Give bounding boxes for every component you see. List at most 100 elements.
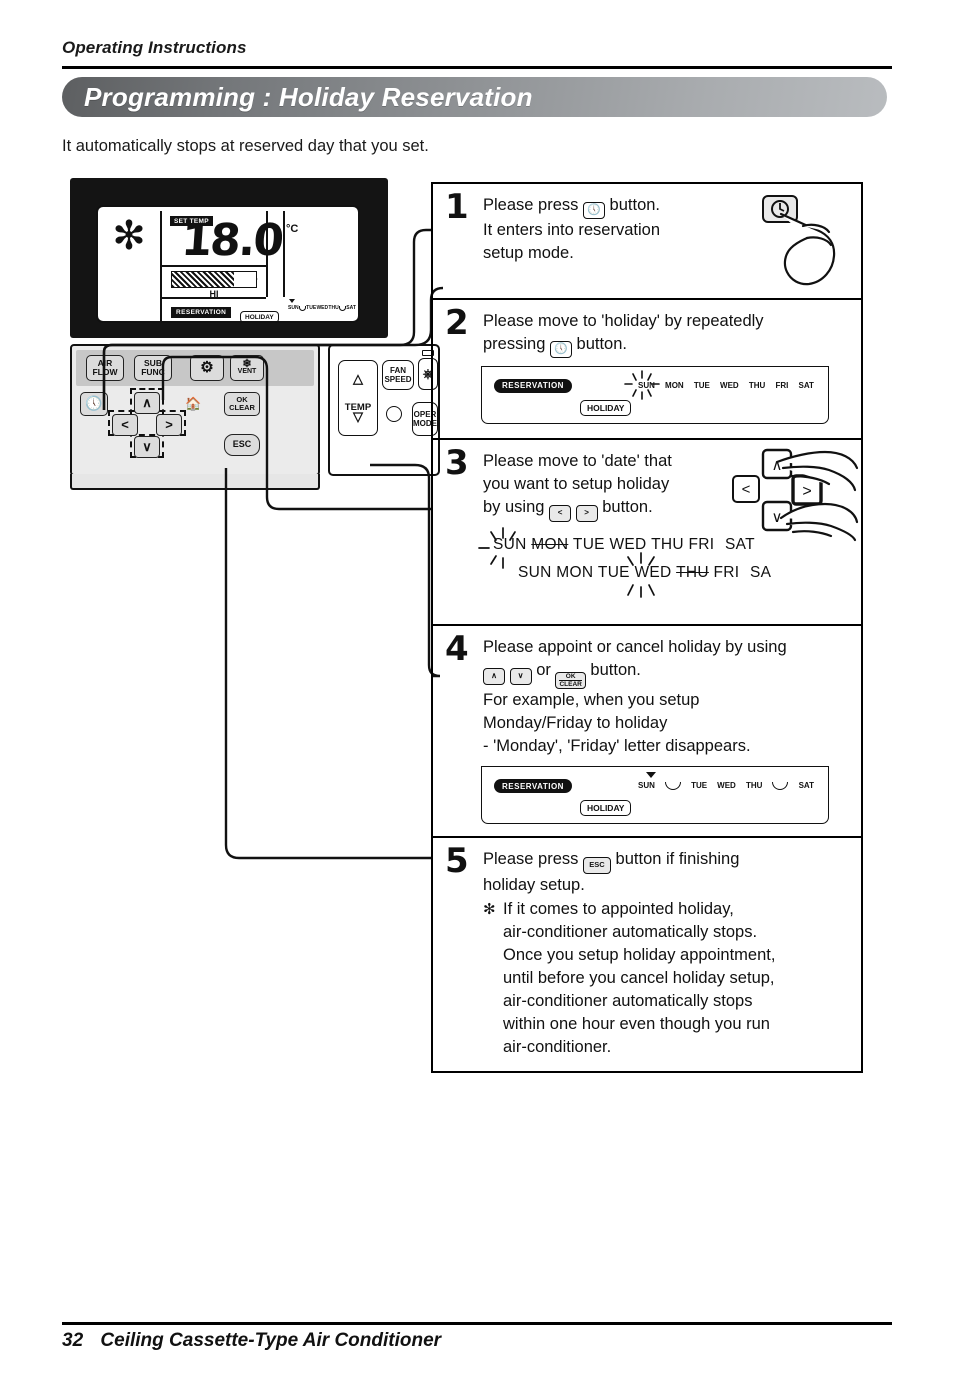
note-line-3: Once you setup holiday appointment,	[503, 945, 776, 964]
fan-speed-button[interactable]: FAN SPEED	[382, 360, 414, 390]
day-wed: WED	[717, 781, 736, 790]
note-line-1: If it comes to appointed holiday,	[503, 899, 734, 918]
note-line-5: air-conditioner automatically stops	[503, 991, 753, 1010]
day-mon: MON	[665, 380, 684, 390]
day-wed: WED	[720, 380, 739, 390]
step-5-note: If it comes to appointed holiday, air-co…	[503, 898, 775, 1059]
temperature-value: 18.0	[179, 215, 284, 266]
right-button[interactable]: >	[156, 414, 182, 436]
down-button[interactable]: ∨	[134, 436, 160, 458]
day-tue: TUE	[597, 563, 630, 581]
snowflake-icon: ✻	[112, 214, 146, 258]
temp-up-icon: △	[353, 371, 363, 386]
header-divider	[62, 66, 892, 69]
step-1-number: 1	[445, 187, 469, 227]
steps-panel: 1 Please press 🕔 button. It enters into …	[431, 182, 863, 1073]
step-2-text: Please move to 'holiday' by repeatedly p…	[483, 310, 851, 358]
day-wed: WED	[316, 305, 329, 311]
note-line-2: air-conditioner automatically stops.	[503, 922, 758, 941]
day-mon: MON	[556, 563, 594, 581]
day-mon: MON	[531, 535, 569, 553]
fan-speed-bar-fill	[172, 272, 234, 287]
step-4-line4: Monday/Friday to holiday	[483, 714, 668, 732]
day-sun: SUN	[493, 535, 527, 553]
day-fri: FRI	[775, 380, 789, 390]
day-sat: SAT	[346, 305, 356, 311]
clock-icon: 🕔	[85, 395, 103, 412]
day-sat: SAT	[724, 535, 755, 553]
day-wed: WED	[609, 535, 647, 553]
esc-label: ESC	[232, 439, 252, 450]
day-indicator-row: SUN MON TUE WED THU FRI SAT	[638, 381, 814, 390]
esc-button[interactable]: ESC	[224, 434, 260, 456]
step-5-number: 5	[445, 841, 469, 881]
vent-button[interactable]: ❄ VENT	[230, 355, 264, 381]
intro-text: It automatically stops at reserved day t…	[62, 137, 429, 155]
day-thu: THU	[328, 305, 339, 311]
left-button[interactable]: <	[112, 414, 138, 436]
day-sun: SUN	[288, 305, 299, 311]
sub-func-button[interactable]: SUB FUNC	[134, 355, 172, 381]
up-button[interactable]: ∧	[134, 392, 160, 414]
step-3-text: Please move to 'date' that you want to s…	[483, 450, 731, 522]
step-5-line1-pre: Please press	[483, 850, 583, 868]
step-4: 4 Please appoint or cancel holiday by us…	[433, 626, 861, 838]
day-fri-hidden	[339, 306, 346, 311]
step-2-line2-pre: pressing	[483, 335, 550, 353]
footer-divider	[62, 1322, 892, 1325]
blink-rays-icon	[624, 369, 660, 400]
svg-text:>: >	[802, 483, 811, 500]
holiday-badge: HOLIDAY	[240, 311, 279, 323]
fan-speed-label-1: FAN	[390, 366, 406, 375]
day-sat: SAT	[798, 380, 814, 390]
page-header: Operating Instructions Programming : Hol…	[62, 38, 892, 156]
day-indicator-row: SUN TUE WED THU SAT	[638, 781, 814, 790]
day-mon-hidden	[664, 782, 681, 790]
reservation-badge: RESERVATION	[171, 307, 232, 318]
temperature-unit: °C	[286, 223, 299, 235]
day-marker-triangle	[289, 299, 295, 303]
day-tue: TUE	[691, 781, 708, 790]
svg-text:<: <	[742, 481, 751, 498]
remote-body: ✻ SET TEMP 18.0 °C HI RESERVATION HOLIDA…	[70, 178, 388, 338]
air-flow-label-2: FLOW	[92, 367, 118, 377]
day-tue: TUE	[572, 535, 605, 553]
ok-clear-button[interactable]: OK CLEAR	[224, 392, 260, 416]
step-5-line1-post: button if finishing	[610, 850, 740, 868]
fan-speed-label: HI	[209, 289, 219, 299]
step-3-number: 3	[445, 443, 469, 483]
product-name: Ceiling Cassette-Type Air Conditioner	[100, 1330, 442, 1351]
temp-rocker-button[interactable]: △ ▽	[338, 360, 378, 436]
step-3-line3-pre: by using	[483, 498, 550, 516]
fan-speed-bar-tip	[234, 270, 258, 288]
day-sun: SUN	[518, 563, 552, 581]
vent-label: VENT	[237, 368, 257, 375]
day-sun: SUN	[638, 781, 655, 790]
step-3-day-row-1: SUN MON TUE WED THU FRI SAT	[493, 536, 861, 554]
esc-icon: ESC	[582, 856, 611, 874]
timer-button[interactable]: 🕔	[80, 392, 108, 416]
receiver-dot	[386, 406, 402, 422]
clock-icon: 🕔	[549, 340, 572, 358]
swing-icon-button[interactable]: ⚙	[190, 355, 224, 381]
air-flow-button[interactable]: AIR FLOW	[86, 355, 124, 381]
hand-pressing-clock-illustration	[762, 195, 836, 286]
step-1: 1 Please press 🕔 button. It enters into …	[433, 184, 861, 300]
section-title-bar: Programming : Holiday Reservation	[62, 77, 887, 117]
up-arrow-icon: ∧	[483, 667, 505, 685]
remote-panel-foot	[70, 474, 320, 490]
remote-right-panel: △ ▽ TEMP FAN SPEED ⎈ OPER MODE	[328, 344, 440, 476]
fan-speed-label-2: SPEED	[384, 375, 412, 384]
down-arrow-icon: ∨	[509, 667, 532, 685]
left-arrow-icon: <	[549, 504, 572, 522]
fan-speed-bar	[171, 270, 258, 288]
step-2-number: 2	[445, 303, 469, 343]
step-3-line2: you want to setup holiday	[483, 475, 670, 493]
step-5-line2: holiday setup.	[483, 875, 585, 894]
step-5: 5 Please press ESC button if finishing h…	[433, 838, 861, 1071]
clear-label: CLEAR	[559, 680, 582, 688]
temp-down-icon: ▽	[353, 409, 363, 424]
sub-func-label-2: FUNC	[141, 367, 165, 377]
up-arrow-icon: ∧	[142, 395, 152, 411]
step-4-number: 4	[445, 629, 469, 669]
